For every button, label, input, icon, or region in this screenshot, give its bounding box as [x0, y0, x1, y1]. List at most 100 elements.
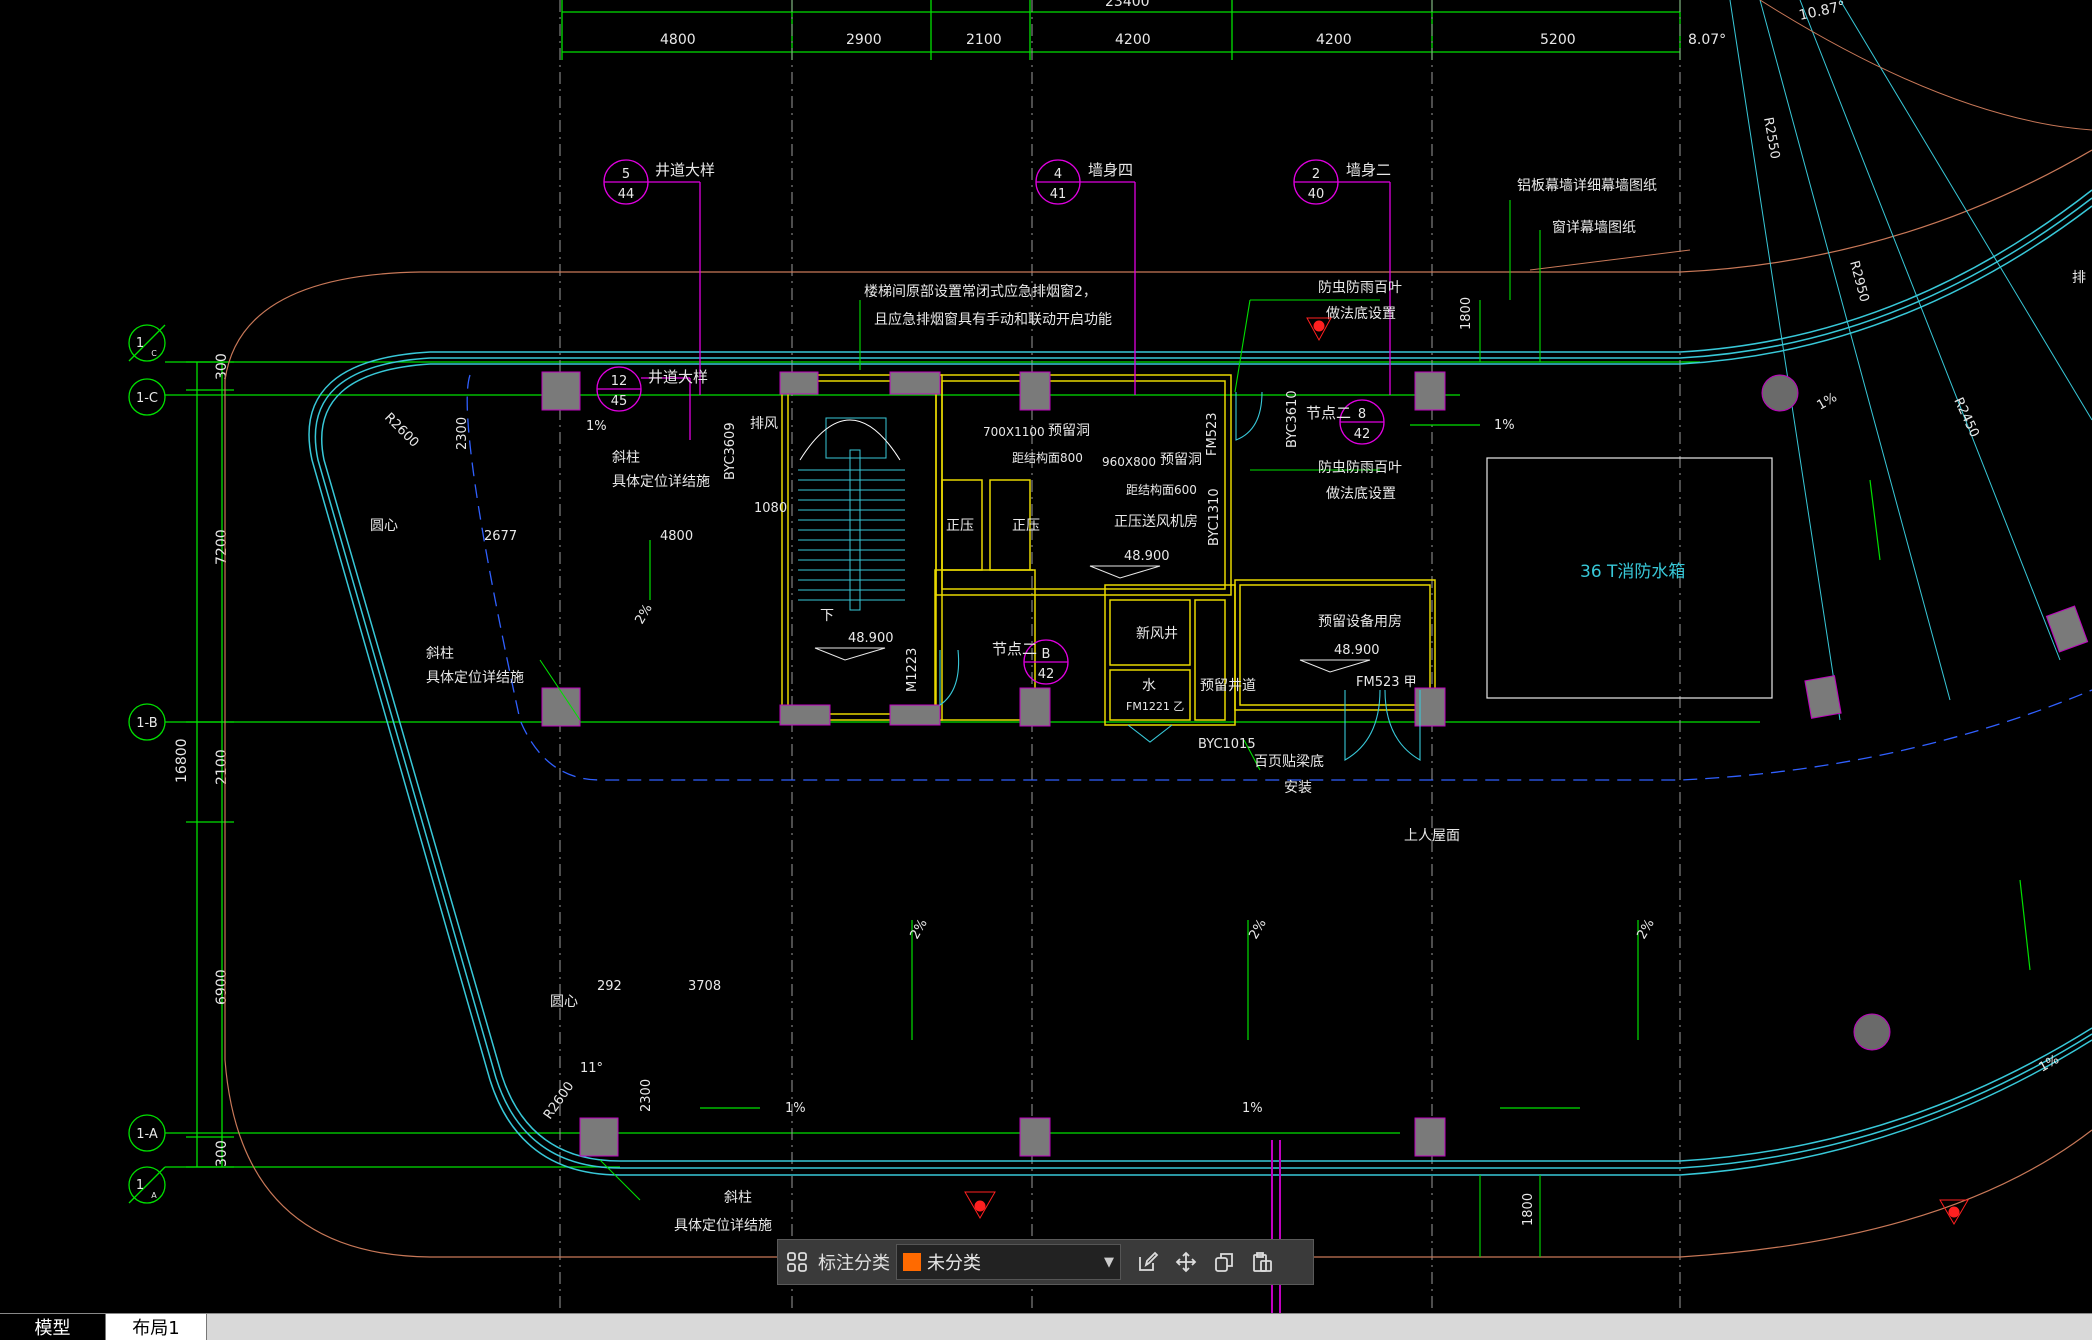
edit-icon[interactable] [1129, 1243, 1167, 1281]
insect-note-1: 防虫防雨百叶 [1318, 280, 1402, 296]
pressure-1: 正压 [946, 518, 974, 534]
category-value: 未分类 [927, 1253, 981, 1274]
water-room: 水 [1142, 678, 1156, 694]
elevation-2: 48.900 [1124, 549, 1170, 564]
stair-note-1: 楼梯间原部设置常闭式应急排烟窗2， [864, 283, 1097, 300]
door-tag-4: BYC1015 [1198, 737, 1256, 752]
misc-dim-8: 2300 [639, 1079, 654, 1112]
callout-text-1: 井道大样 [655, 161, 715, 179]
move-icon[interactable] [1167, 1243, 1205, 1281]
slant-col-detail-2: 具体定位详结施 [426, 670, 524, 686]
slope-9: 1% [1815, 390, 1840, 413]
paste-icon[interactable] [1243, 1243, 1281, 1281]
door-tag-5: FM523 [1205, 412, 1220, 456]
slant-col-1: 斜柱 [612, 450, 640, 466]
insect-note-2: 防虫防雨百叶 [1318, 460, 1402, 476]
door-tag-1: BYC3609 [723, 422, 738, 480]
slope-3: 1% [785, 1101, 806, 1116]
misc-dim-13: R2950 [1846, 259, 1871, 304]
misc-dim-6: 292 [597, 979, 622, 994]
grid-label-1c: 1-C [136, 391, 158, 406]
callout-sheet-5: 42 [1354, 427, 1371, 442]
left-dim-3: 2100 [214, 749, 230, 785]
category-dropdown[interactable]: 未分类 ▼ [896, 1244, 1121, 1280]
center-note-2: 圆心 [550, 994, 578, 1010]
callout-num-1: 5 [622, 167, 630, 182]
stair-down: 下 [820, 608, 834, 624]
copy-icon[interactable] [1205, 1243, 1243, 1281]
misc-dim-5: 1800 [1459, 297, 1474, 330]
left-dim-2: 7200 [214, 529, 230, 565]
callout-num-4: 12 [611, 374, 628, 389]
misc-dim-9: 1800 [1521, 1193, 1536, 1226]
misc-dim-3: 4800 [660, 529, 693, 544]
partial-top-dim: 23400 [1105, 0, 1150, 10]
misc-dim-4: 1080 [754, 501, 787, 516]
slope-8: 1% [1242, 1101, 1263, 1116]
callout-sheet-2: 41 [1050, 187, 1067, 202]
reserved-hole-2: 预留洞 [1160, 452, 1202, 468]
callout-num-5: 8 [1358, 407, 1366, 422]
louver-note-1: 百页贴梁底 [1254, 754, 1324, 770]
top-dim-6: 5200 [1540, 32, 1576, 48]
elevation-3: 48.900 [1334, 643, 1380, 658]
door-tag-2: BYC3610 [1285, 390, 1300, 448]
stair-note-2: 且应急排烟窗具有手动和联动开启功能 [874, 311, 1112, 328]
misc-dim-10: R2600 [381, 410, 421, 450]
tab-model[interactable]: 模型 [0, 1314, 105, 1340]
top-dim-2: 2900 [846, 32, 882, 48]
aluminum-note: 铝板幕墙详细幕墙图纸 [1517, 178, 1657, 194]
top-dim-4: 4200 [1115, 32, 1151, 48]
chevron-down-icon: ▼ [1104, 1254, 1114, 1270]
annotation-toolbar: 标注分类 未分类 ▼ [777, 1239, 1314, 1285]
roof-note: 上人屋面 [1404, 828, 1460, 844]
pressure-2: 正压 [1012, 518, 1040, 534]
grid-bubble-1-bottom-sub: A [151, 1191, 157, 1200]
left-dim-6: 16800 [174, 738, 190, 783]
callout-num-3: 2 [1312, 167, 1320, 182]
fan-room: 正压送风机房 [1114, 514, 1198, 530]
equipment-room: 预留设备用房 [1318, 613, 1402, 630]
hole-size-2: 960X800 [1102, 455, 1156, 469]
layout-tab-bar: 模型 布局1 [0, 1313, 2092, 1340]
slant-col-detail-3: 具体定位详结施 [674, 1218, 772, 1234]
grid-label-1a: 1-A [136, 1127, 158, 1142]
door-tag-8: M1223 [905, 648, 920, 692]
callout-text-3: 墙身二 [1346, 161, 1391, 179]
slant-col-detail-1: 具体定位详结施 [612, 474, 710, 490]
reserved-shaft: 预留井道 [1200, 678, 1256, 694]
callout-text-5: 节点二 [1306, 404, 1351, 422]
partial-right-note: 排 [2072, 270, 2086, 286]
insect-note-1b: 做法底设置 [1326, 306, 1396, 322]
exhaust-note: 排风 [750, 416, 778, 432]
slope-2: 1% [1494, 418, 1515, 433]
grid-icon[interactable] [778, 1243, 816, 1281]
door-tag-7: FM1221 乙 [1126, 700, 1184, 713]
elevation-1: 48.900 [848, 631, 894, 646]
grid-bubble-1-bottom: 1 [136, 1178, 144, 1193]
tab-layout-1[interactable]: 布局1 [105, 1314, 207, 1340]
annotation-category-label: 标注分类 [818, 1253, 890, 1274]
slant-col-3: 斜柱 [724, 1190, 752, 1206]
louver-note-2: 安装 [1284, 780, 1312, 796]
callout-text-6: 节点二 [992, 640, 1037, 658]
callout-sheet-1: 44 [618, 187, 635, 202]
misc-dim-7: 3708 [688, 979, 721, 994]
callout-sheet-3: 40 [1308, 187, 1325, 202]
water-tank-label: 36 T消防水箱 [1580, 562, 1685, 582]
cad-drawing-canvas[interactable]: 23400 4800 2900 2100 4200 4200 5200 8.07… [0, 0, 2092, 1313]
top-dim-1: 4800 [660, 32, 696, 48]
slope-1: 1% [586, 419, 607, 434]
top-dim-5: 4200 [1316, 32, 1352, 48]
grid-bubble-1-top-sub: C [151, 349, 157, 358]
grid-bubble-1-top: 1 [136, 336, 144, 351]
sill-note-2: 距结构面600 [1126, 482, 1197, 497]
slope-4: 2% [632, 602, 655, 627]
slant-col-2: 斜柱 [426, 646, 454, 662]
callout-sheet-4: 45 [611, 394, 628, 409]
reserved-hole-1: 预留洞 [1048, 423, 1090, 439]
callout-text-4: 井道大样 [648, 368, 708, 386]
hole-size-1: 700X1100 [983, 425, 1045, 439]
left-dim-5: 300 [214, 1140, 230, 1167]
misc-dim-11: R2600 [541, 1079, 577, 1122]
